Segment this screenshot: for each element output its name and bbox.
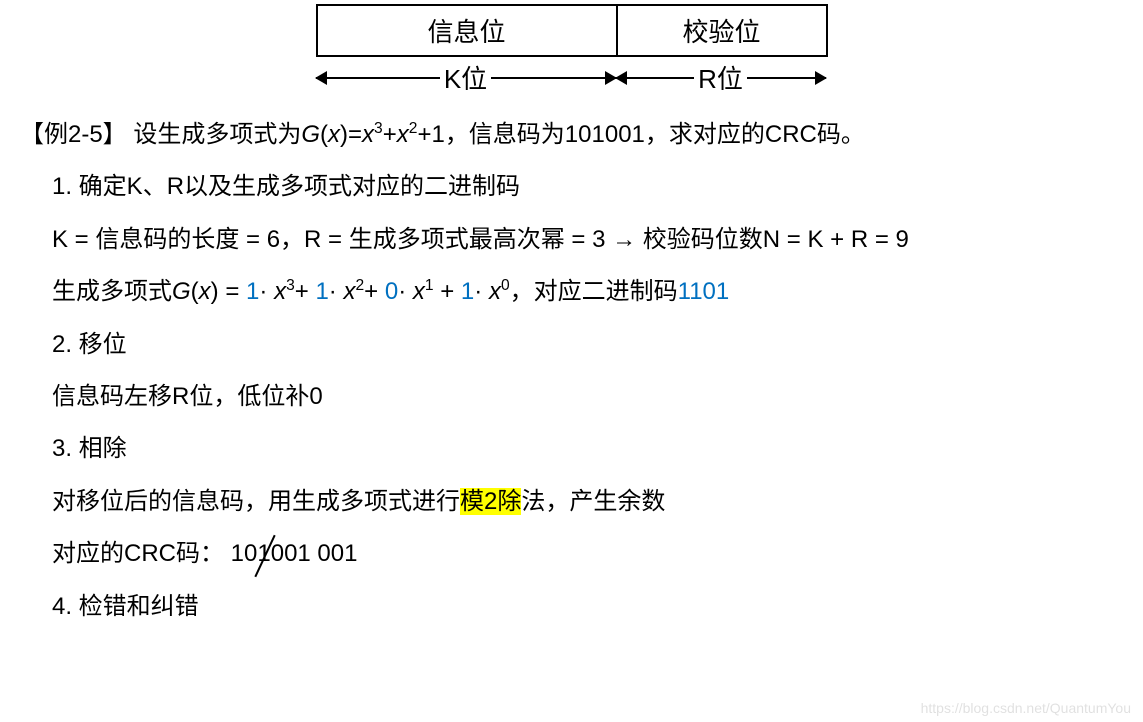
example-line: 【例2-5】 设生成多项式为G(x)=x3+x2+1，信息码为101001，求对… — [20, 116, 1123, 154]
step-2: 2. 移位 — [20, 326, 1123, 364]
crc-result: 对应的CRC码： 101001 001 — [20, 535, 1123, 573]
k-label: K位 — [440, 59, 491, 96]
k-arrow: K位 — [316, 59, 616, 96]
k-r-line: K = 信息码的长度 = 6，R = 生成多项式最高次幂 = 3 → 校验码位数… — [20, 221, 1123, 259]
content-body: 【例2-5】 设生成多项式为G(x)=x3+x2+1，信息码为101001，求对… — [20, 116, 1123, 626]
r-label: R位 — [694, 59, 747, 96]
diagram-table: 信息位 校验位 — [316, 4, 828, 57]
watermark: https://blog.csdn.net/QuantumYou — [921, 700, 1131, 716]
mod2-highlight: 模2除 — [460, 488, 521, 515]
generator-poly-line: 生成多项式G(x) = 1· x3+ 1· x2+ 0· x1 + 1· x0，… — [20, 273, 1123, 311]
step-3: 3. 相除 — [20, 430, 1123, 468]
arrow-row: K位 R位 — [316, 59, 828, 96]
shift-desc: 信息码左移R位，低位补0 — [20, 378, 1123, 416]
division-desc: 对移位后的信息码，用生成多项式进行模2除法，产生余数 — [20, 483, 1123, 521]
example-prefix: 【例2-5】 — [20, 121, 127, 148]
info-bits-cell: 信息位 — [317, 5, 617, 56]
step-1: 1. 确定K、R以及生成多项式对应的二进制码 — [20, 168, 1123, 206]
strike-digit: 1 — [257, 535, 270, 573]
bit-layout-diagram: 信息位 校验位 K位 R位 — [20, 4, 1123, 96]
check-bits-cell: 校验位 — [617, 5, 827, 56]
r-arrow: R位 — [616, 59, 826, 96]
step-4: 4. 检错和纠错 — [20, 588, 1123, 626]
